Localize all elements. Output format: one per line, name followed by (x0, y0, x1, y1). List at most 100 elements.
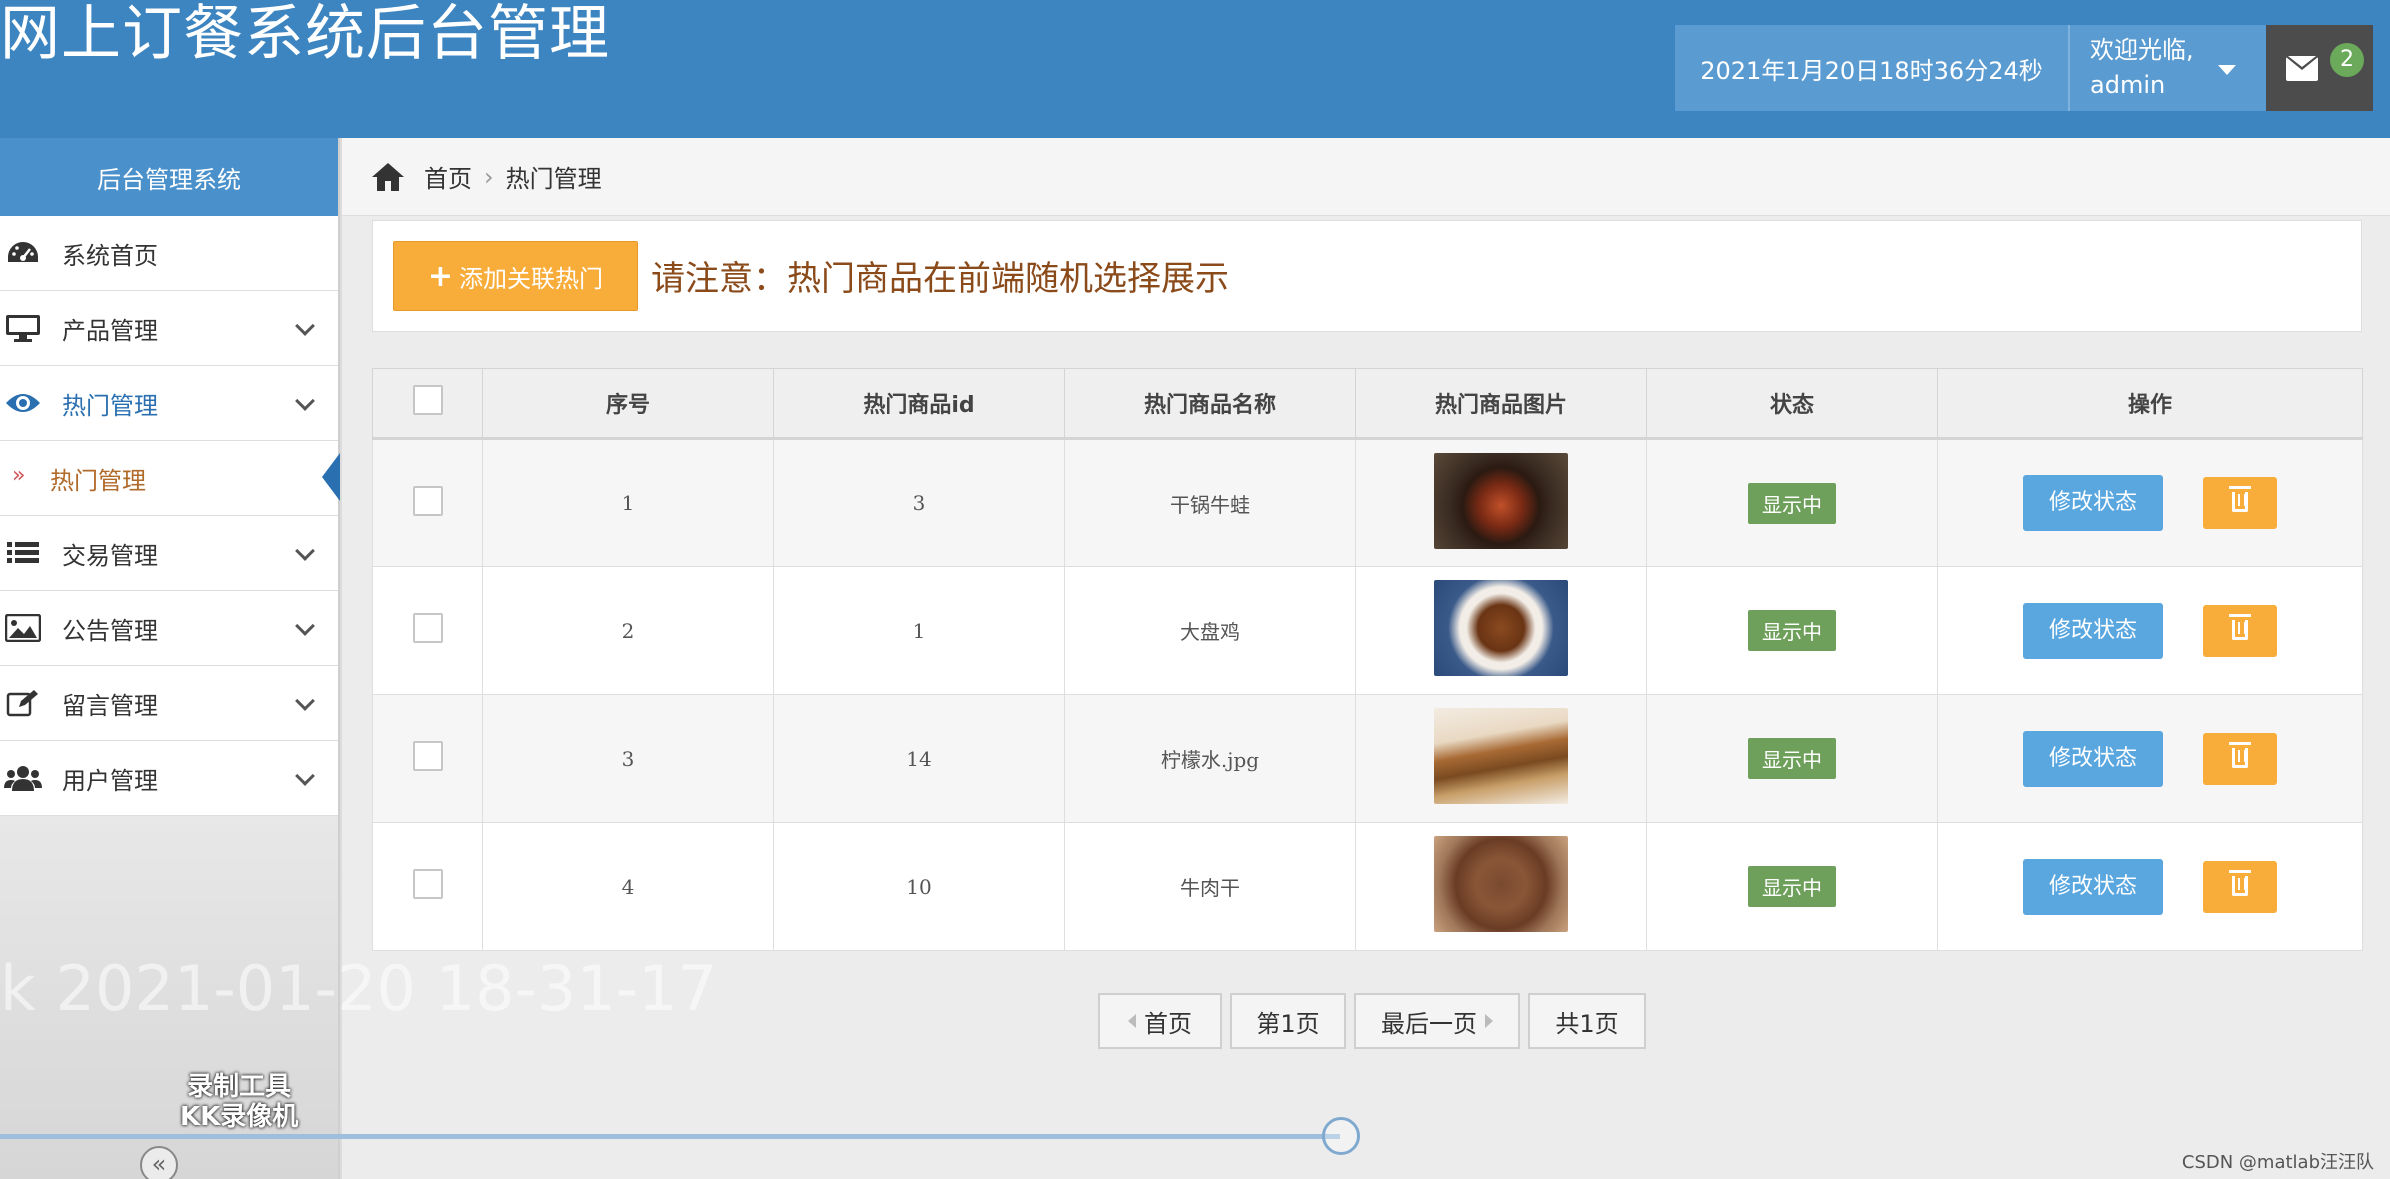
index-cell: 4 (482, 822, 774, 951)
add-hot-button[interactable]: + 添加关联热门 (393, 241, 638, 311)
product-image-cell (1355, 822, 1647, 951)
pagination: 首页 第1页 最后一页 共1页 (1098, 993, 1654, 1049)
product-image (1434, 452, 1568, 549)
recorder-logo: 录制工具 KK录像机 (180, 1072, 298, 1132)
breadcrumb-home-link[interactable]: 首页 (424, 159, 472, 194)
chevron-down-icon (295, 316, 315, 336)
product-id-cell: 14 (773, 694, 1065, 823)
double-chevron-right-icon: » (12, 463, 26, 488)
product-name-cell: 干锅牛蛙 (1064, 438, 1356, 567)
video-progress-bar[interactable] (0, 1134, 1340, 1139)
product-image-cell (1355, 566, 1647, 695)
sidebar-item-dashboard[interactable]: 系统首页 (0, 216, 338, 291)
user-menu[interactable]: 欢迎光临, admin (2068, 25, 2266, 111)
chevron-down-icon (295, 391, 315, 411)
row-checkbox[interactable] (412, 613, 443, 643)
chevron-down-icon (295, 766, 315, 786)
monitor-icon (4, 313, 42, 343)
rewind-button[interactable]: « (140, 1146, 178, 1179)
messages-button[interactable]: 2 (2266, 25, 2373, 111)
sidebar-item-label: 交易管理 (62, 541, 158, 570)
envelope-icon (2286, 56, 2318, 81)
welcome-text: 欢迎光临, (2090, 36, 2194, 64)
table-header-row: 序号 热门商品id 热门商品名称 热门商品图片 状态 操作 (372, 368, 2363, 440)
sidebar-item-label: 产品管理 (62, 316, 158, 345)
hot-products-table: 序号 热门商品id 热门商品名称 热门商品图片 状态 操作 1 3 干锅牛蛙 显… (372, 368, 2363, 951)
video-progress-handle[interactable] (1322, 1117, 1360, 1155)
column-header: 状态 (1646, 368, 1938, 440)
triangle-left-icon (1128, 1014, 1136, 1028)
recorder-line1: 录制工具 (187, 1072, 292, 1102)
active-pointer-icon (322, 453, 340, 501)
product-image-cell (1355, 438, 1647, 567)
select-all-checkbox[interactable] (412, 385, 443, 415)
users-icon (4, 763, 42, 793)
row-select-cell (372, 566, 483, 695)
edit-icon (4, 688, 42, 718)
product-image (1434, 836, 1568, 932)
delete-button[interactable] (2203, 860, 2277, 913)
sidebar-item-messages[interactable]: 留言管理 (0, 666, 338, 741)
sidebar-item-label: 留言管理 (62, 691, 158, 720)
add-hot-label: 添加关联热门 (459, 264, 604, 293)
select-all-cell (372, 368, 483, 440)
sidebar-item-trades[interactable]: 交易管理 (0, 516, 338, 591)
row-select-cell (372, 438, 483, 567)
table-row: 4 10 牛肉干 显示中 修改状态 (372, 822, 2363, 951)
breadcrumb-current: 热门管理 (505, 165, 602, 193)
status-cell: 显示中 (1646, 438, 1938, 567)
row-checkbox[interactable] (412, 741, 443, 771)
first-page-label: 首页 (1144, 1009, 1192, 1038)
actions-cell: 修改状态 (1937, 438, 2363, 567)
column-header: 热门商品名称 (1064, 368, 1356, 440)
dashboard-icon (4, 238, 42, 268)
trash-icon (2229, 486, 2251, 512)
submenu-item-hot-manage[interactable]: » 热门管理 (0, 441, 340, 516)
status-badge: 显示中 (1748, 610, 1836, 651)
edit-status-button[interactable]: 修改状态 (2023, 475, 2163, 531)
sidebar-item-announcements[interactable]: 公告管理 (0, 591, 338, 666)
total-pages-indicator: 共1页 (1528, 993, 1646, 1049)
delete-button[interactable] (2203, 477, 2277, 529)
delete-button[interactable] (2203, 604, 2277, 657)
row-select-cell (372, 822, 483, 951)
breadcrumb: 首页 › 热门管理 (342, 138, 2390, 216)
status-cell: 显示中 (1646, 822, 1938, 951)
product-name-cell: 牛肉干 (1064, 822, 1356, 951)
edit-status-button[interactable]: 修改状态 (2023, 602, 2163, 659)
status-badge: 显示中 (1748, 738, 1836, 779)
sidebar-item-hot[interactable]: 热门管理 (0, 366, 338, 441)
trash-icon (2229, 613, 2251, 640)
sidebar-item-label: 公告管理 (62, 616, 158, 645)
index-cell: 3 (482, 694, 774, 823)
first-page-button[interactable]: 首页 (1098, 993, 1222, 1049)
home-icon (372, 162, 404, 191)
row-checkbox[interactable] (412, 485, 443, 516)
sidebar-title: 后台管理系统 (0, 138, 338, 216)
top-header: 网上订餐系统后台管理 2021年1月20日18时36分24秒 欢迎光临, adm… (0, 0, 2390, 138)
product-name-cell: 大盘鸡 (1064, 566, 1356, 695)
trash-icon (2229, 741, 2251, 768)
sidebar-item-users[interactable]: 用户管理 (0, 741, 338, 816)
table-row: 3 14 柠檬水.jpg 显示中 修改状态 (372, 694, 2363, 823)
total-pages-label: 共1页 (1555, 1009, 1619, 1038)
app-title: 网上订餐系统后台管理 (0, 0, 610, 69)
product-image-cell (1355, 694, 1647, 823)
recorder-line2: KK录像机 (180, 1102, 299, 1132)
product-id-cell: 1 (773, 566, 1065, 695)
actions-cell: 修改状态 (1937, 694, 2363, 823)
table-row: 2 1 大盘鸡 显示中 修改状态 (372, 566, 2363, 695)
sidebar-item-products[interactable]: 产品管理 (0, 291, 338, 366)
last-page-button[interactable]: 最后一页 (1354, 993, 1520, 1049)
sidebar-item-label: 热门管理 (62, 391, 158, 420)
eye-icon (4, 388, 42, 418)
table-row: 1 3 干锅牛蛙 显示中 修改状态 (372, 438, 2363, 567)
row-checkbox[interactable] (412, 869, 443, 899)
actions-cell: 修改状态 (1937, 566, 2363, 695)
index-cell: 1 (482, 438, 774, 567)
delete-button[interactable] (2203, 732, 2277, 785)
product-name-cell: 柠檬水.jpg (1064, 694, 1356, 823)
edit-status-button[interactable]: 修改状态 (2023, 730, 2163, 787)
edit-status-button[interactable]: 修改状态 (2023, 858, 2163, 915)
current-page-button[interactable]: 第1页 (1230, 993, 1346, 1049)
